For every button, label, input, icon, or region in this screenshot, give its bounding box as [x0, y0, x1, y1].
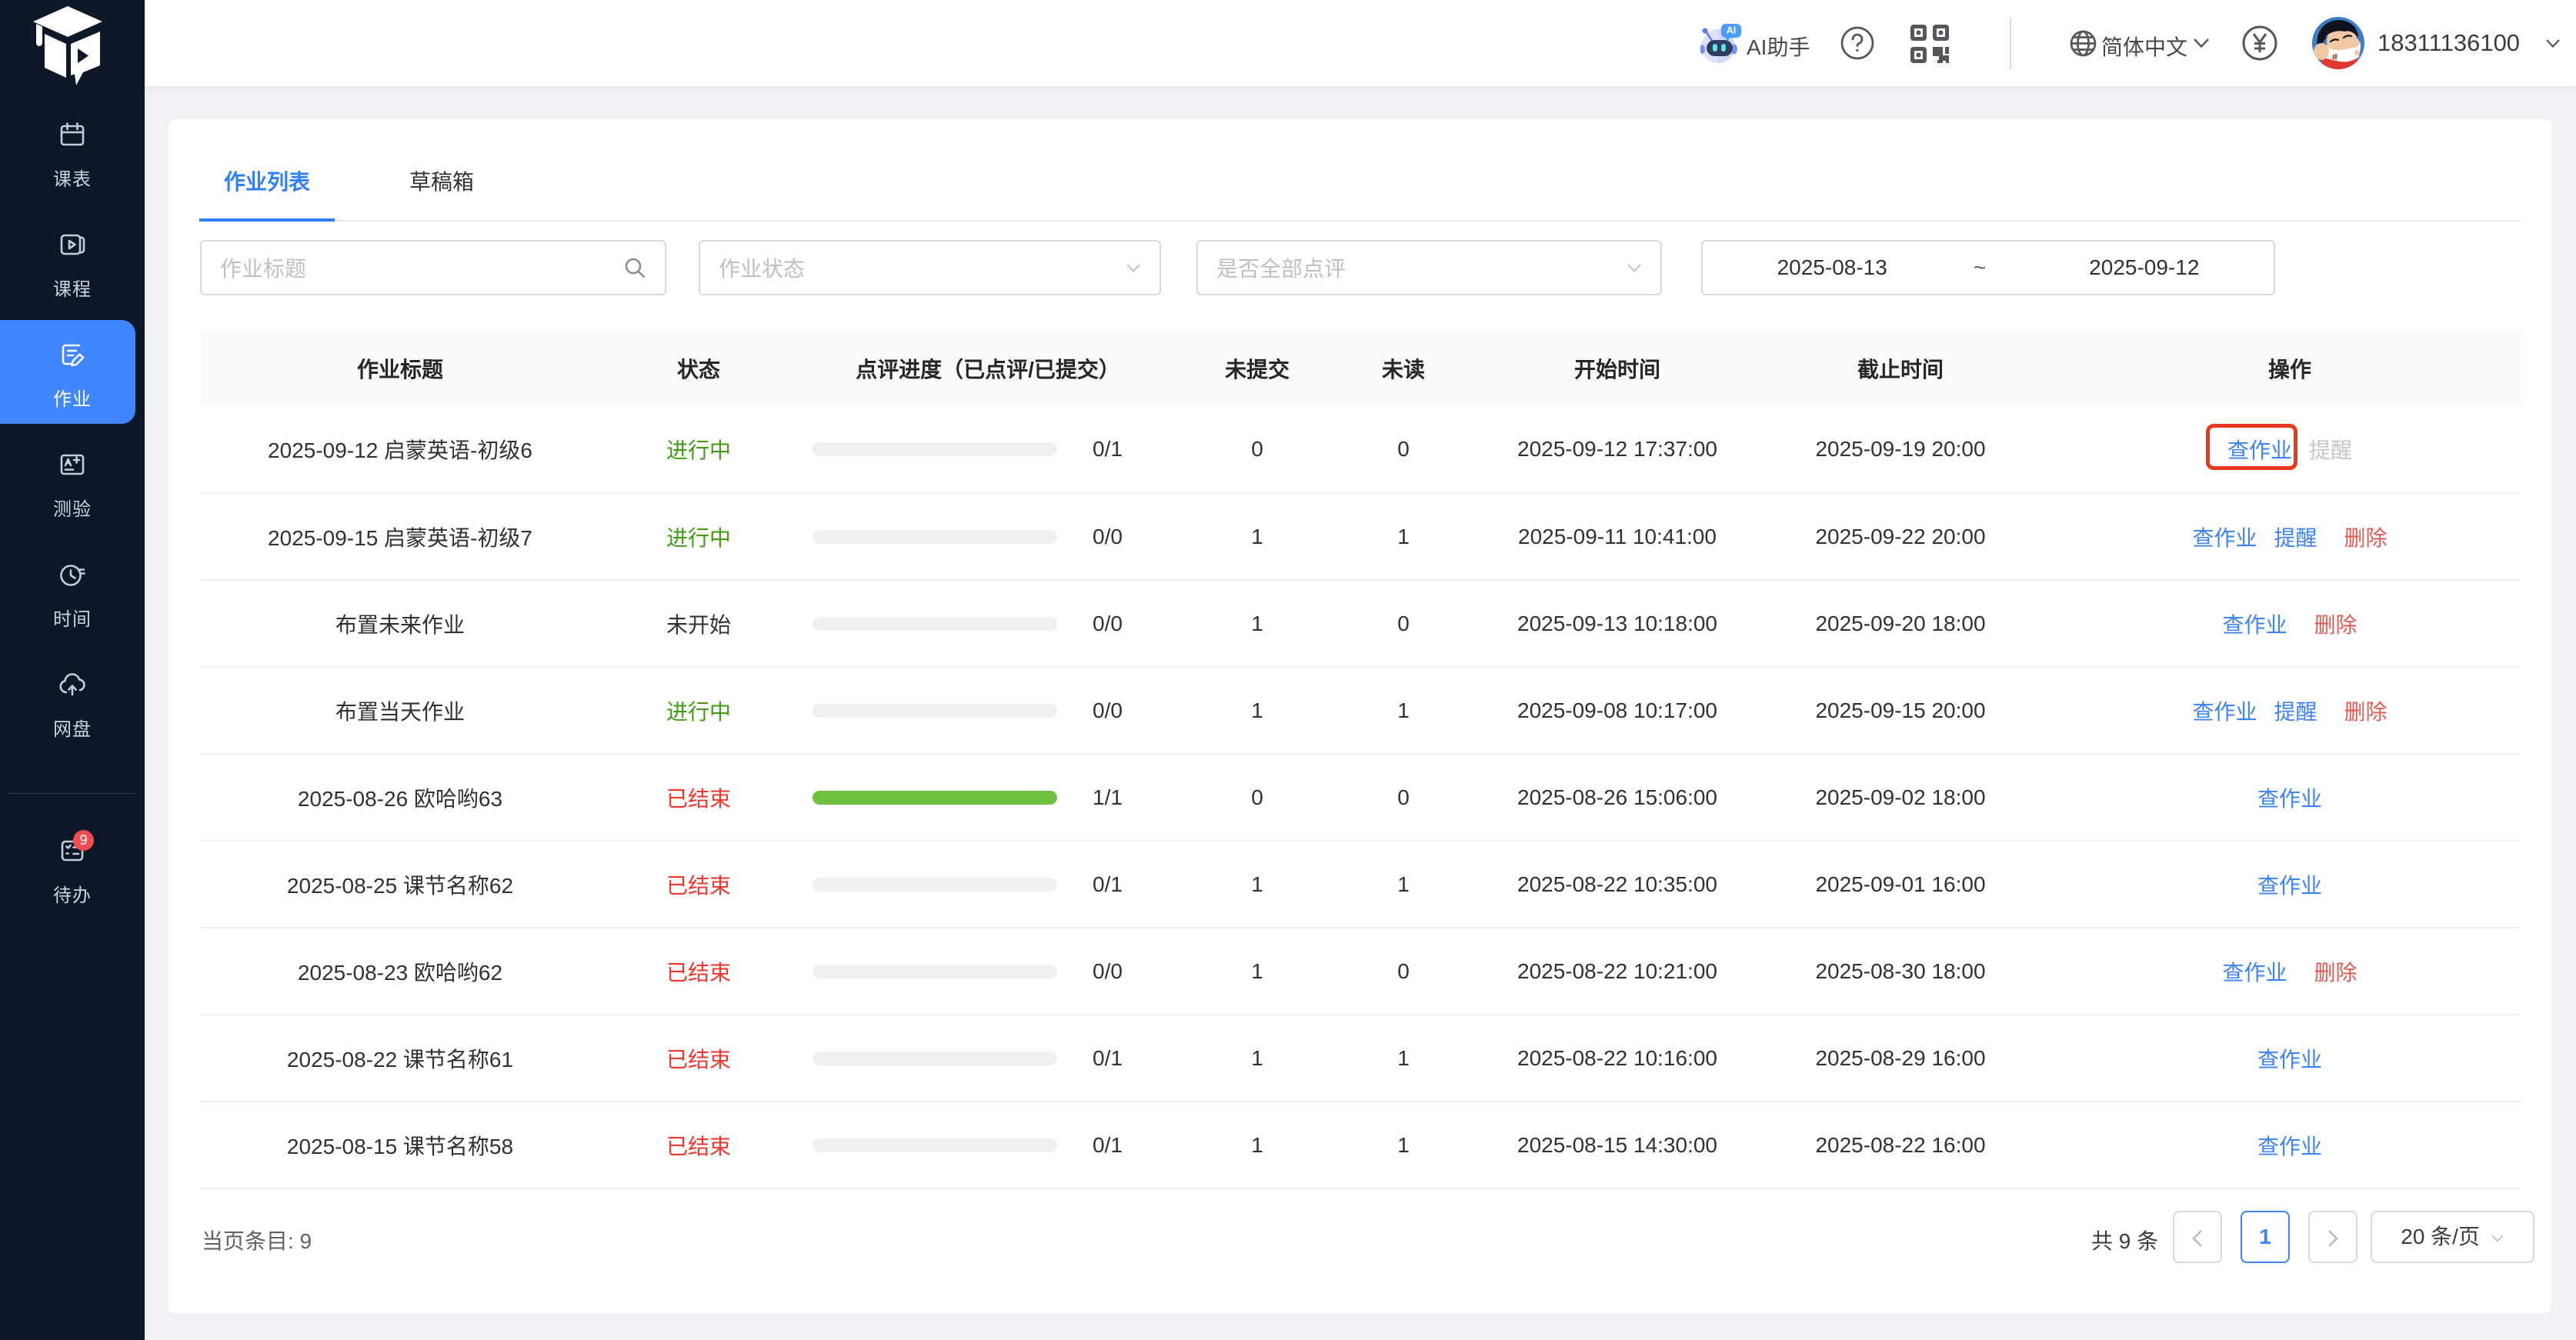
svg-text:AI: AI — [1727, 25, 1737, 36]
